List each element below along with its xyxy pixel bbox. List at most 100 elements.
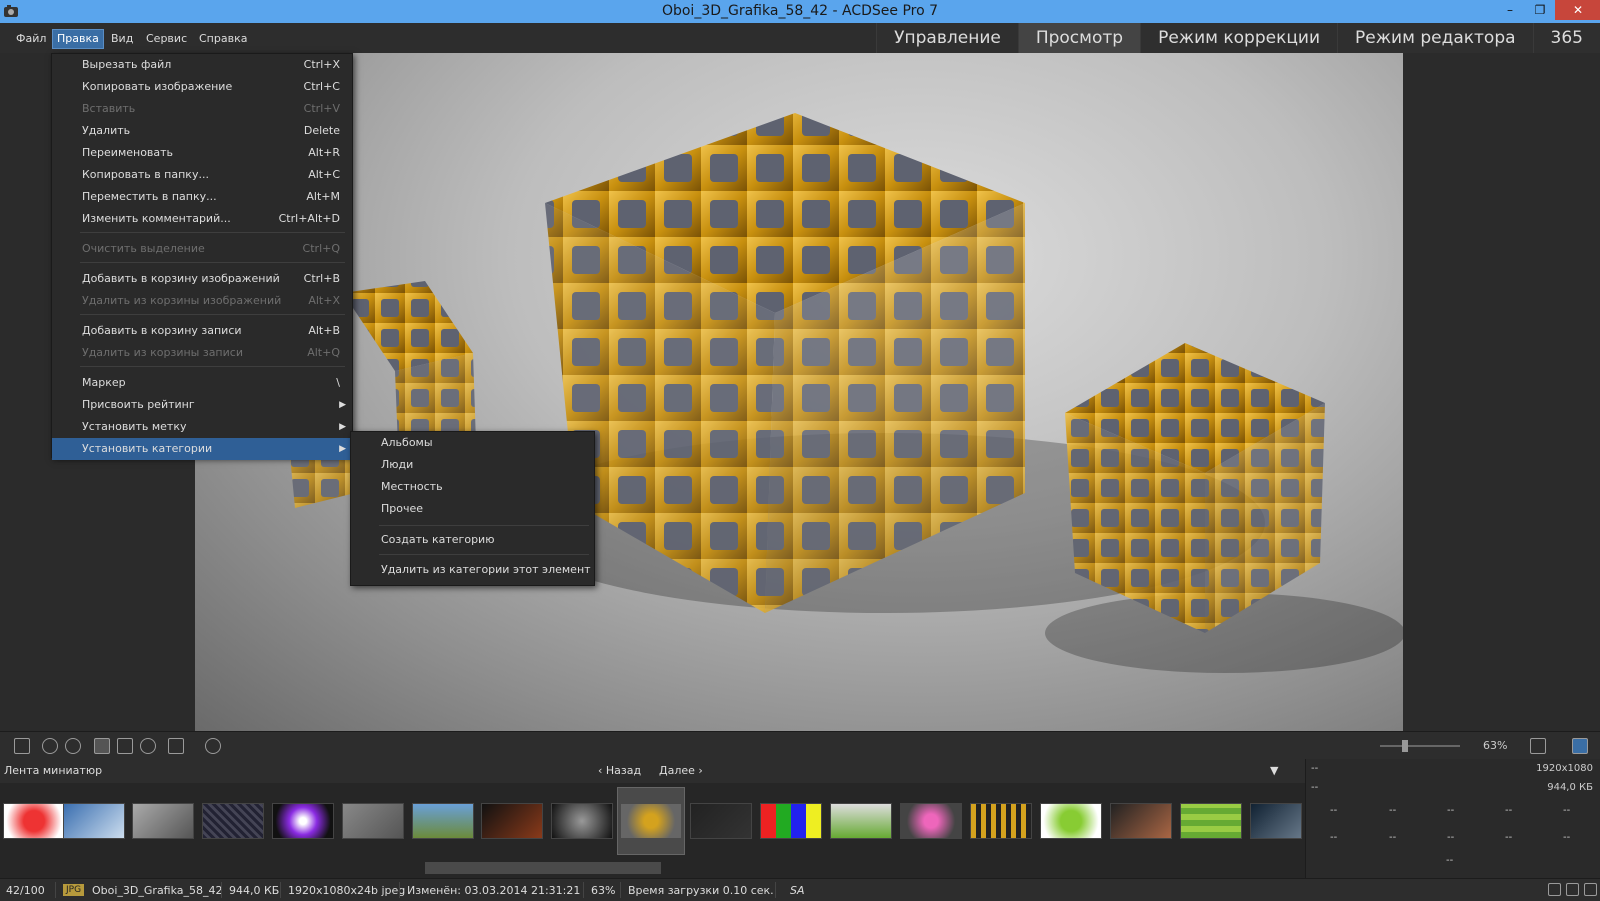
submenu-other[interactable]: Прочее — [351, 498, 594, 520]
effects-icon[interactable] — [205, 738, 221, 754]
mode-manage[interactable]: Управление — [876, 23, 1018, 53]
mode-edit[interactable]: Режим редактора — [1337, 23, 1533, 53]
filmstrip — [0, 783, 1305, 858]
thumbnail[interactable] — [970, 803, 1032, 839]
restore-button[interactable]: ❐ — [1525, 0, 1555, 20]
submenu-albums[interactable]: Альбомы — [351, 432, 594, 454]
close-button[interactable]: ✕ — [1555, 0, 1600, 20]
menu-move-to-folder[interactable]: Переместить в папку... Alt+M — [52, 186, 352, 208]
menu-separator — [80, 314, 345, 315]
thumbnail[interactable] — [760, 803, 822, 839]
thumbnail[interactable] — [830, 803, 892, 839]
menu-marker[interactable]: Маркер \ — [52, 372, 352, 394]
title-bar: Oboi_3D_Grafika_58_42 - ACDSee Pro 7 – ❐… — [0, 0, 1600, 23]
mode-view[interactable]: Просмотр — [1017, 23, 1141, 53]
crop-icon[interactable] — [168, 738, 184, 754]
menu-set-categories[interactable]: Установить категории ▶ — [52, 438, 352, 460]
status-dimensions: 1920x1080x24b jpeg — [288, 884, 406, 897]
filmstrip-next-button[interactable]: Далее › — [659, 764, 703, 777]
view-icon[interactable] — [1548, 883, 1561, 896]
filmstrip-header: Лента миниатюр ‹ Назад Далее › ▼ — [0, 759, 1305, 783]
menu-view[interactable]: Вид — [107, 30, 137, 48]
checkbox-icon[interactable] — [1584, 883, 1597, 896]
format-badge: JPG — [63, 884, 85, 896]
thumbnail[interactable] — [63, 803, 125, 839]
info-dash: -- — [1311, 782, 1319, 793]
menu-add-image-basket[interactable]: Добавить в корзину изображений Ctrl+B — [52, 268, 352, 290]
menu-remove-image-basket: Удалить из корзины изображений Alt+X — [82, 294, 340, 307]
info-dimensions: 1920x1080 — [1536, 763, 1593, 774]
menu-copy-to-folder[interactable]: Копировать в папку... Alt+C — [52, 164, 352, 186]
menu-help[interactable]: Справка — [195, 30, 251, 48]
status-bar: 42/100 JPG Oboi_3D_Grafika_58_42 944,0 К… — [0, 878, 1600, 901]
full-screen-icon[interactable] — [14, 738, 30, 754]
menu-edit-comment[interactable]: Изменить комментарий... Ctrl+Alt+D — [52, 208, 352, 230]
thumbnail[interactable] — [272, 803, 334, 839]
thumbnail[interactable] — [1180, 803, 1242, 839]
zoom-slider[interactable] — [1380, 740, 1460, 752]
info-dash: -- — [1311, 763, 1319, 774]
menu-rename[interactable]: Переименовать Alt+R — [52, 142, 352, 164]
info-dash: -- — [1389, 832, 1397, 843]
info-dash: -- — [1389, 805, 1397, 816]
hand-tool-icon[interactable] — [94, 738, 110, 754]
thumbnail-selected[interactable] — [617, 787, 685, 855]
rotate-right-icon[interactable] — [65, 738, 81, 754]
menu-delete[interactable]: Удалить Delete — [52, 120, 352, 142]
info-dash: -- — [1330, 805, 1338, 816]
thumbnail[interactable] — [1250, 803, 1302, 839]
submenu-places[interactable]: Местность — [351, 476, 594, 498]
chevron-down-icon[interactable]: ▼ — [1270, 764, 1278, 777]
menu-cut-file[interactable]: Вырезать файл Ctrl+X — [52, 54, 352, 76]
exposure-icon[interactable] — [1566, 883, 1579, 896]
thumbnail[interactable] — [132, 803, 194, 839]
filmstrip-scrollbar[interactable] — [0, 858, 1305, 878]
status-zoom: 63% — [591, 884, 616, 897]
menu-edit[interactable]: Правка — [52, 29, 104, 49]
zoom-tool-icon[interactable] — [140, 738, 156, 754]
scrollbar-thumb[interactable] — [425, 862, 661, 874]
minimize-button[interactable]: – — [1495, 0, 1525, 20]
thumbnail[interactable] — [1110, 803, 1172, 839]
menu-clear-selection: Очистить выделение Ctrl+Q — [82, 242, 340, 255]
menu-separator — [80, 262, 345, 263]
rotate-left-icon[interactable] — [42, 738, 58, 754]
menu-file[interactable]: Файл — [12, 30, 50, 48]
submenu-separator — [379, 525, 589, 526]
menu-copy-image[interactable]: Копировать изображение Ctrl+C — [52, 76, 352, 98]
thumbnail[interactable] — [551, 803, 613, 839]
mode-365[interactable]: 365 — [1532, 23, 1600, 53]
thumbnail[interactable] — [690, 803, 752, 839]
thumbnail[interactable] — [1040, 803, 1102, 839]
preview-image — [285, 113, 1403, 673]
mode-develop[interactable]: Режим коррекции — [1140, 23, 1338, 53]
submenu-remove-from-category[interactable]: Удалить из категории этот элемент — [351, 559, 594, 581]
zoom-value[interactable]: 63% — [1483, 739, 1507, 752]
info-dash: -- — [1447, 805, 1455, 816]
status-sa: SA — [790, 884, 805, 897]
menu-add-record-basket[interactable]: Добавить в корзину записи Alt+B — [52, 320, 352, 342]
thumbnail[interactable] — [342, 803, 404, 839]
thumbnail[interactable] — [412, 803, 474, 839]
thumbnail[interactable] — [481, 803, 543, 839]
viewer-toolbar: 63% — [0, 731, 1600, 760]
menu-set-rating[interactable]: Присвоить рейтинг ▶ — [52, 394, 352, 416]
thumbnail[interactable] — [900, 803, 962, 839]
submenu-separator — [379, 554, 589, 555]
menu-set-label[interactable]: Установить метку ▶ — [52, 416, 352, 438]
submenu-create-category[interactable]: Создать категорию — [351, 529, 594, 551]
select-tool-icon[interactable] — [117, 738, 133, 754]
window-title: Oboi_3D_Grafika_58_42 - ACDSee Pro 7 — [661, 3, 939, 19]
submenu-people[interactable]: Люди — [351, 454, 594, 476]
menu-service[interactable]: Сервис — [142, 30, 191, 48]
actual-size-icon[interactable] — [1530, 738, 1546, 754]
info-dash: -- — [1563, 805, 1571, 816]
menu-remove-record-basket: Удалить из корзины записи Alt+Q — [82, 346, 340, 359]
filmstrip-back-button[interactable]: ‹ Назад — [598, 764, 641, 777]
menu-separator — [80, 366, 345, 367]
fit-image-icon[interactable] — [1572, 738, 1588, 754]
thumbnail[interactable] — [3, 803, 65, 839]
thumbnail[interactable] — [202, 803, 264, 839]
zoom-slider-handle[interactable] — [1402, 740, 1408, 752]
image-viewer[interactable] — [195, 53, 1403, 731]
